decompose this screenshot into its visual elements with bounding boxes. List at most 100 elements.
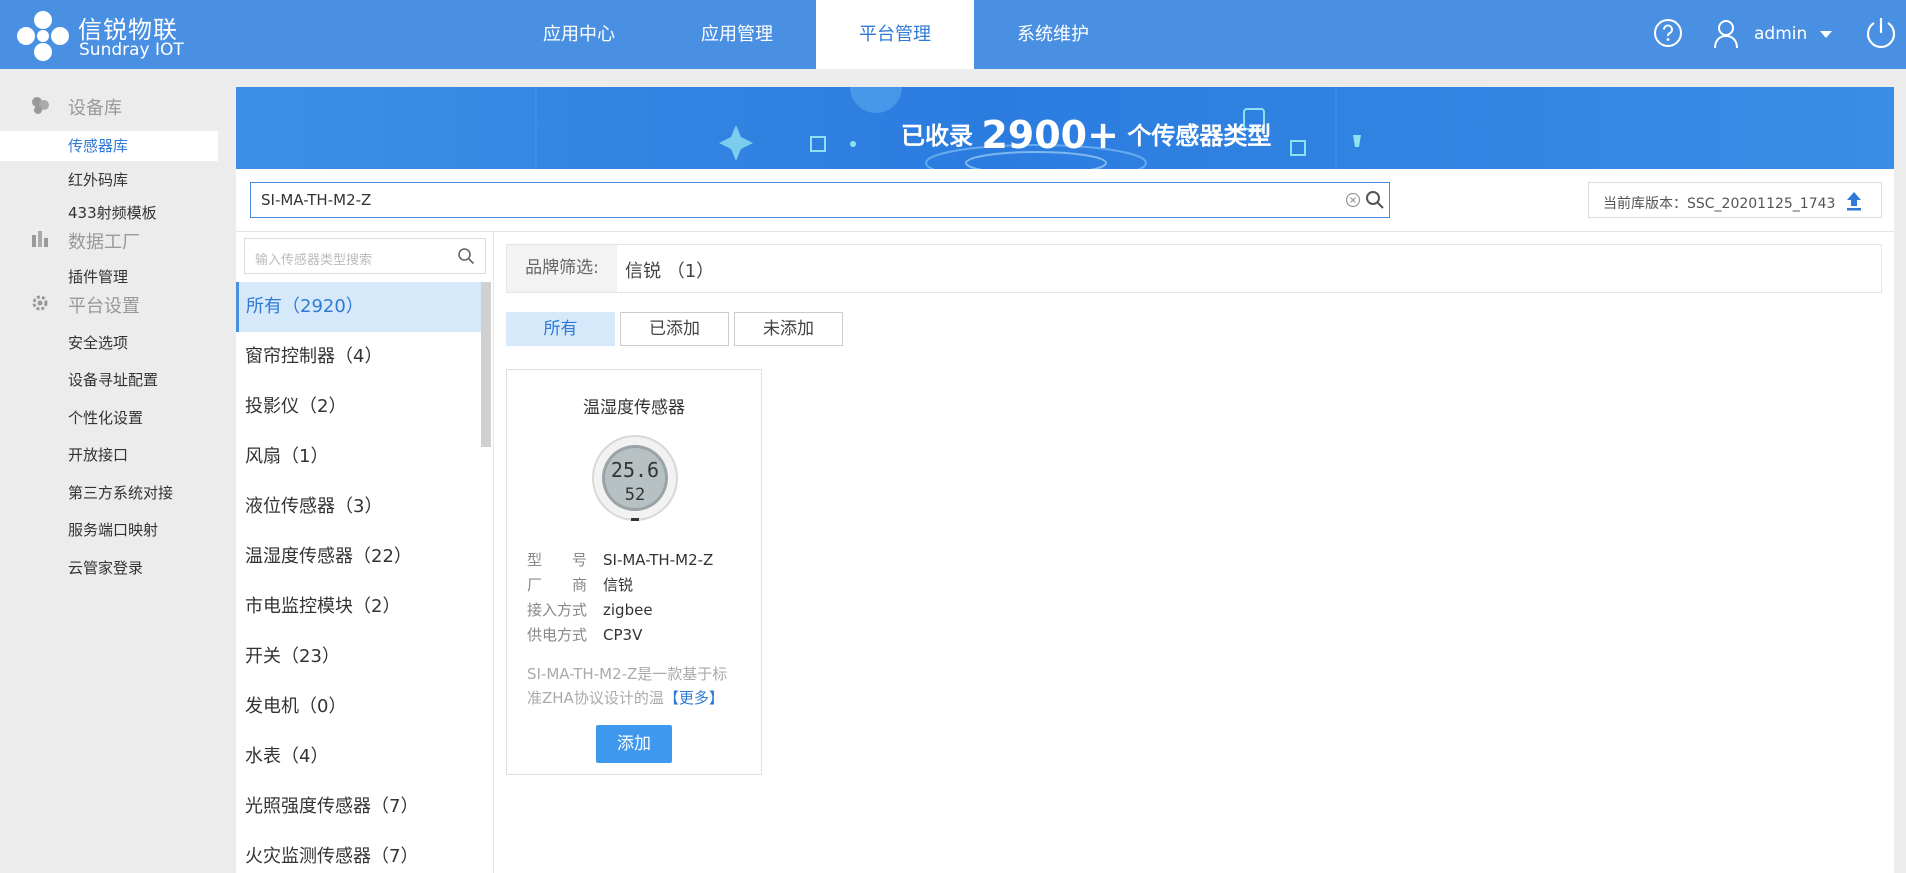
spec-key: 厂 商 <box>527 576 588 594</box>
category-item[interactable]: 光照强度传感器（7） <box>236 782 481 832</box>
nav-app-center[interactable]: 应用中心 <box>500 0 658 69</box>
sidebar-item-device-addressing[interactable]: 设备寻址配置 <box>0 365 218 395</box>
gear-icon <box>32 295 48 311</box>
upload-icon[interactable] <box>1845 191 1863 211</box>
sensor-image: 25.6 52 <box>592 435 678 521</box>
category-scrollbar[interactable] <box>481 282 491 447</box>
category-search-placeholder: 输入传感器类型搜索 <box>255 253 373 268</box>
category-item[interactable]: 开关（23） <box>236 632 481 682</box>
sidebar-item-port-mapping[interactable]: 服务端口映射 <box>0 515 218 545</box>
help-icon[interactable] <box>1653 18 1683 48</box>
sensor-search-input[interactable]: SI-MA-TH-M2-Z <box>250 182 1390 218</box>
card-title: 温湿度传感器 <box>583 398 685 418</box>
main-nav: 应用中心 应用管理 平台管理 系统维护 <box>500 0 1132 69</box>
sidebar-item-ir-code-library[interactable]: 红外码库 <box>0 165 218 195</box>
brand-filter-option[interactable]: 信锐 （1） <box>625 257 714 283</box>
spec-model: 型 号 SI-MA-TH-M2-Z <box>527 549 713 570</box>
spec-value: CP3V <box>603 626 643 644</box>
category-item[interactable]: 温湿度传感器（22） <box>236 532 481 582</box>
category-item[interactable]: 发电机（0） <box>236 682 481 732</box>
brand-filter: 品牌筛选: 信锐 （1） <box>506 244 1882 293</box>
category-item-all[interactable]: 所有（2920） <box>236 282 481 332</box>
status-tabs: 所有 已添加 未添加 <box>506 312 848 346</box>
tab-not-added[interactable]: 未添加 <box>734 312 843 346</box>
category-item[interactable]: 窗帘控制器（4） <box>236 332 481 382</box>
tab-added[interactable]: 已添加 <box>620 312 729 346</box>
banner-prefix: 已收录 <box>901 122 973 150</box>
sidebar-item-third-party[interactable]: 第三方系统对接 <box>0 478 218 508</box>
spec-access: 接入方式 zigbee <box>527 599 653 620</box>
sidebar-item-label: 云管家登录 <box>68 559 144 577</box>
nav-system-maintenance[interactable]: 系统维护 <box>974 0 1132 69</box>
spec-key: 接入方式 <box>527 601 588 619</box>
sidebar-item-label: 个性化设置 <box>68 409 144 427</box>
username[interactable]: admin <box>1754 24 1807 44</box>
sidebar-item-label: 安全选项 <box>68 334 129 352</box>
spec-value: 信锐 <box>603 576 634 594</box>
logo-icon <box>17 11 69 61</box>
data-factory-icon <box>32 231 48 247</box>
category-search-input[interactable]: 输入传感器类型搜索 <box>244 238 486 274</box>
sidebar-item-label: 传感器库 <box>68 137 129 155</box>
sidebar-item-label: 第三方系统对接 <box>68 484 174 502</box>
spec-vendor: 厂 商信锐 <box>527 574 633 595</box>
tab-all[interactable]: 所有 <box>506 312 615 346</box>
spec-key: 型 号 <box>527 551 588 569</box>
nav-app-management[interactable]: 应用管理 <box>658 0 816 69</box>
device-library-icon <box>32 97 49 114</box>
sidebar-group-label: 设备库 <box>68 98 122 119</box>
sidebar-item-label: 红外码库 <box>68 171 129 189</box>
card-desc-line: SI-MA-TH-M2-Z是一款基于标 <box>527 665 728 683</box>
sidebar-item-cloud-login[interactable]: 云管家登录 <box>0 553 218 583</box>
banner: 已收录 2900+ 个传感器类型 <box>236 87 1894 169</box>
card-description: SI-MA-TH-M2-Z是一款基于标 准ZHA协议设计的温【更多】 <box>527 662 745 710</box>
search-value: SI-MA-TH-M2-Z <box>261 191 372 209</box>
spec-value: SI-MA-TH-M2-Z <box>603 551 714 569</box>
sidebar-group-platform-settings[interactable]: 平台设置 <box>0 283 218 323</box>
banner-count: 2900+ <box>981 113 1119 157</box>
category-item[interactable]: 风扇（1） <box>236 432 481 482</box>
card-desc-line: 准ZHA协议设计的温 <box>527 689 664 707</box>
sidebar-group-label: 平台设置 <box>68 296 140 317</box>
category-panel: 输入传感器类型搜索 所有（2920） 窗帘控制器（4） 投影仪（2） 风扇（1）… <box>236 232 494 873</box>
sidebar-item-label: 开放接口 <box>68 446 129 464</box>
sidebar-group-data-factory[interactable]: 数据工厂 <box>0 219 218 259</box>
spec-power: 供电方式 CP3V <box>527 624 642 645</box>
sidebar-group-label: 数据工厂 <box>68 232 140 253</box>
sidebar: 设备库 传感器库 红外码库 433射频模板 数据工厂 插件管理 平台设置 安全选… <box>0 69 218 873</box>
library-version: 当前库版本：SSC_20201125_1743 <box>1588 182 1882 218</box>
sensor-display-temp: 25.6 <box>611 458 659 482</box>
user-icon[interactable] <box>1713 19 1739 49</box>
category-item[interactable]: 液位传感器（3） <box>236 482 481 532</box>
sensor-card: 温湿度传感器 25.6 52 型 号 SI-MA-TH-M2-Z 厂 商信锐 接入… <box>506 369 762 775</box>
category-item[interactable]: 投影仪（2） <box>236 382 481 432</box>
search-icon[interactable] <box>457 247 475 265</box>
sidebar-item-label: 服务端口映射 <box>68 521 159 539</box>
category-item[interactable]: 火灾监测传感器（7） <box>236 832 481 873</box>
category-item[interactable]: 水表（4） <box>236 732 481 782</box>
spec-key: 供电方式 <box>527 626 588 644</box>
clear-icon[interactable] <box>1345 192 1361 208</box>
nav-platform-management[interactable]: 平台管理 <box>816 0 974 69</box>
sidebar-item-personalization[interactable]: 个性化设置 <box>0 403 218 433</box>
sidebar-item-label: 设备寻址配置 <box>68 371 159 389</box>
chevron-down-icon[interactable] <box>1818 26 1834 42</box>
spec-value: zigbee <box>603 601 653 619</box>
category-item[interactable]: 市电监控模块（2） <box>236 582 481 632</box>
power-icon[interactable] <box>1864 16 1898 50</box>
version-label: 当前库版本：SSC_20201125_1743 <box>1603 196 1836 212</box>
logo-subtitle: Sundray IOT <box>79 40 184 60</box>
search-icon[interactable] <box>1365 190 1385 210</box>
category-list: 所有（2920） 窗帘控制器（4） 投影仪（2） 风扇（1） 液位传感器（3） … <box>236 282 481 873</box>
banner-text: 已收录 2900+ 个传感器类型 <box>901 109 1272 157</box>
sensor-display-humidity: 52 <box>625 485 645 505</box>
sidebar-group-device-library[interactable]: 设备库 <box>0 85 218 125</box>
sidebar-item-sensor-library[interactable]: 传感器库 <box>0 131 218 161</box>
brand-filter-label: 品牌筛选: <box>507 245 617 292</box>
logo[interactable]: 信锐物联 Sundray IOT <box>16 6 216 62</box>
add-button[interactable]: 添加 <box>596 725 672 763</box>
banner-suffix: 个传感器类型 <box>1127 122 1272 150</box>
more-link[interactable]: 【更多】 <box>664 689 724 707</box>
sidebar-item-security-options[interactable]: 安全选项 <box>0 328 218 358</box>
sidebar-item-open-api[interactable]: 开放接口 <box>0 440 218 470</box>
